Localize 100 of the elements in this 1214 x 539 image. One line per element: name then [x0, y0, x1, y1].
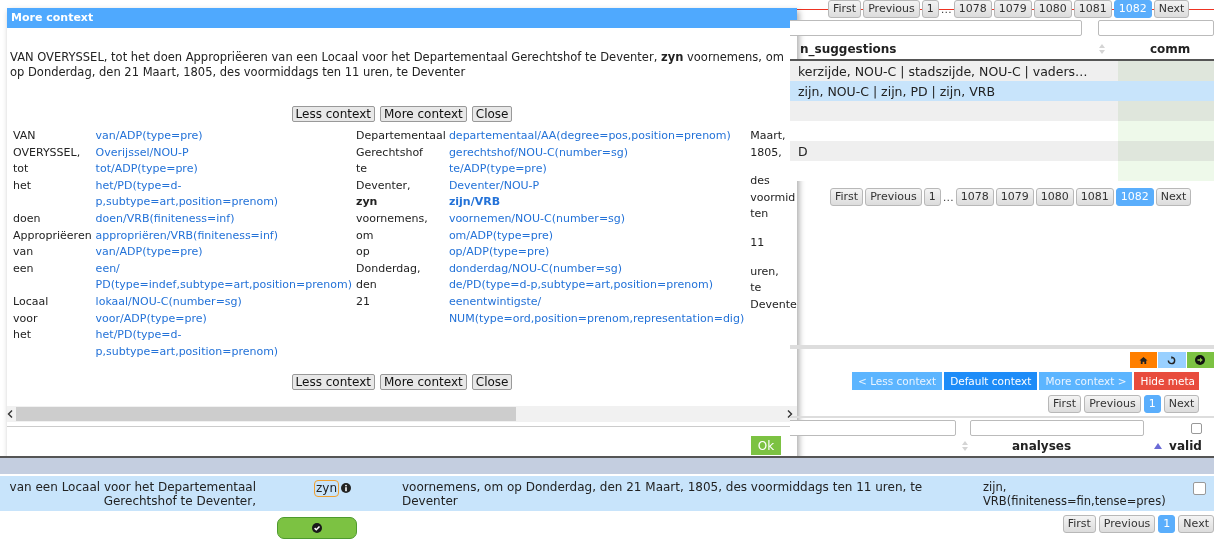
token-word: tot: [13, 161, 30, 178]
token-word: 11: [750, 234, 766, 251]
token-word: voor: [13, 310, 39, 327]
info-icon[interactable]: [341, 483, 351, 493]
column-header[interactable]: analyses: [1012, 439, 1072, 453]
token-word: Locaal: [13, 293, 50, 310]
token-analysis[interactable]: tot/ADP(type=pre): [95, 161, 353, 178]
page-button[interactable]: Previous: [1098, 515, 1156, 533]
table-row[interactable]: D: [790, 141, 1214, 161]
dialog-button[interactable]: More context: [379, 106, 467, 122]
page-button[interactable]: Previous: [1084, 395, 1141, 413]
token-word: Appropriëeren: [13, 227, 93, 244]
dialog-button[interactable]: More context: [379, 374, 467, 390]
scroll-left-icon[interactable]: [7, 410, 13, 418]
token-analysis[interactable]: doen/VRB(finiteness=inf): [95, 210, 353, 228]
table-row[interactable]: [790, 101, 1214, 121]
token-word: voornemens,: [356, 210, 429, 227]
token-analysis[interactable]: te/ADP(type=pre): [448, 161, 745, 178]
column-header[interactable]: comm: [1118, 42, 1214, 56]
column-header[interactable]: valid: [1169, 439, 1202, 453]
token-analysis[interactable]: departementaal/AA(degree=pos,position=prenom): [448, 128, 745, 145]
page-button[interactable]: Next: [1153, 0, 1190, 18]
arrow-circle-icon: [1195, 355, 1206, 365]
keyword[interactable]: zyn: [314, 480, 339, 497]
token-word: uren,: [750, 263, 780, 280]
token-analysis[interactable]: de/PD(type=d-p,subtype=art,position=prenom): [448, 277, 745, 294]
page-button[interactable]: First: [1062, 515, 1096, 533]
table-cell-text: zijn, NOU-C | zijn, PD | zijn, VRB: [797, 83, 996, 99]
filter-field[interactable]: [970, 420, 1144, 436]
token-word: om: [356, 227, 375, 244]
token-analysis[interactable]: een/ PD(type=indef,subtype=art,position=prenom): [95, 260, 353, 294]
token-analysis[interactable]: om/ADP(type=pre): [448, 227, 745, 245]
confirm-button[interactable]: [277, 517, 357, 539]
pager-ellipsis: …: [940, 2, 952, 16]
token-analysis[interactable]: het/PD(type=d- p,subtype=art,position=prenom): [95, 177, 353, 211]
token-analysis[interactable]: van/ADP(type=pre): [95, 244, 353, 261]
page-button[interactable]: 1080: [1033, 0, 1072, 18]
dialog-button[interactable]: Less context: [291, 374, 375, 390]
page-button[interactable]: Previous: [865, 188, 922, 206]
page-button[interactable]: 1: [923, 188, 941, 206]
dialog-button[interactable]: Close: [471, 106, 513, 122]
token-word: het: [13, 327, 33, 344]
horizontal-scrollbar[interactable]: [7, 406, 797, 422]
page-button[interactable]: 1079: [995, 188, 1034, 206]
token-analysis[interactable]: zijn/VRB: [448, 194, 745, 211]
page-button[interactable]: Next: [1155, 188, 1192, 206]
page-button[interactable]: Next: [1178, 515, 1214, 533]
sort-ascending-icon[interactable]: [1153, 442, 1164, 450]
valid-checkbox[interactable]: [1193, 482, 1206, 495]
token-analysis[interactable]: eenentwintigste/ NUM(type=ord,position=prenom,representation=dig): [448, 293, 745, 328]
right-context: voornemens, om op Donderdag, den 21 Maart, 1805, des voormiddags ten 11 uren, te Deventer: [401, 480, 924, 508]
scrollbar-thumb[interactable]: [16, 407, 516, 421]
page-button[interactable]: 1079: [993, 0, 1032, 18]
dialog-button[interactable]: Less context: [291, 106, 375, 122]
page-button[interactable]: 1: [921, 0, 939, 18]
token-analysis[interactable]: lokaal/NOU-C(number=sg): [95, 293, 353, 311]
token-word: te: [750, 280, 763, 297]
token-analysis[interactable]: Deventer/NOU-P: [448, 177, 745, 195]
scroll-right-icon[interactable]: [787, 410, 793, 418]
column-header[interactable]: n_suggestions: [800, 42, 897, 56]
token-analysis[interactable]: van/ADP(type=pre): [95, 128, 353, 145]
token-analysis[interactable]: appropriëren/VRB(finiteness=inf): [95, 227, 353, 245]
token-word: Departementaal: [356, 128, 446, 144]
select-all-checkbox[interactable]: [1191, 422, 1202, 434]
dialog-button[interactable]: Close: [471, 374, 513, 390]
refresh-button[interactable]: [1158, 352, 1186, 368]
page-button[interactable]: 1078: [953, 0, 992, 18]
token-word: Gerechtshof: [356, 144, 424, 161]
page-button[interactable]: First: [830, 188, 864, 206]
token-analysis[interactable]: voor/ADP(type=pre): [95, 310, 353, 328]
sort-icon[interactable]: [1098, 43, 1106, 55]
filter-field[interactable]: [1098, 20, 1214, 36]
token-word: 1805,: [750, 144, 783, 161]
table-cell-text: D: [797, 143, 809, 159]
page-button[interactable]: 1080: [1035, 188, 1074, 206]
token-word: een: [13, 260, 35, 277]
home-button[interactable]: [1130, 352, 1158, 368]
page-button[interactable]: First: [1048, 395, 1082, 413]
page-button[interactable]: 1078: [955, 188, 994, 206]
hide-metadata-button[interactable]: Hide meta: [1134, 372, 1199, 390]
token-word: den: [356, 277, 378, 294]
token-analysis[interactable]: op/ADP(type=pre): [448, 244, 745, 261]
page-button[interactable]: Previous: [863, 0, 920, 18]
next-button[interactable]: [1186, 352, 1214, 368]
filter-field[interactable]: [790, 20, 1082, 36]
page-button[interactable]: Next: [1163, 395, 1200, 413]
token-word: Deventer,: [356, 177, 412, 194]
page-button[interactable]: 1081: [1075, 188, 1114, 206]
token-analysis[interactable]: gerechtshof/NOU-C(number=sg): [448, 144, 745, 162]
table-row[interactable]: van een Locaal voor het Departementaal Gerechtshof te Deventer, zyn voornemens, om op Donderdag, den 21 Maart, 1805, des voormiddags ten 11 uren, te Deventer zijn, VRB(finiteness=fin,tense=pres): [0, 476, 1214, 511]
token-analysis[interactable]: Overijssel/NOU-P: [95, 144, 353, 162]
page-button[interactable]: 1081: [1073, 0, 1112, 18]
token-analysis[interactable]: donderdag/NOU-C(number=sg): [448, 260, 745, 278]
page-button[interactable]: First: [828, 0, 862, 18]
filter-field[interactable]: [790, 420, 956, 436]
analysis-cell-text: zijn, VRB(finiteness=fin,tense=pres): [982, 480, 1167, 508]
sort-icon[interactable]: [961, 440, 969, 452]
table-row[interactable]: kerzijde, NOU-C | stadszijde, NOU-C | vaders…: [790, 61, 1214, 81]
token-analysis[interactable]: het/PD(type=d- p,subtype=art,position=prenom): [95, 327, 353, 361]
token-analysis[interactable]: voornemen/NOU-C(number=sg): [448, 210, 745, 228]
